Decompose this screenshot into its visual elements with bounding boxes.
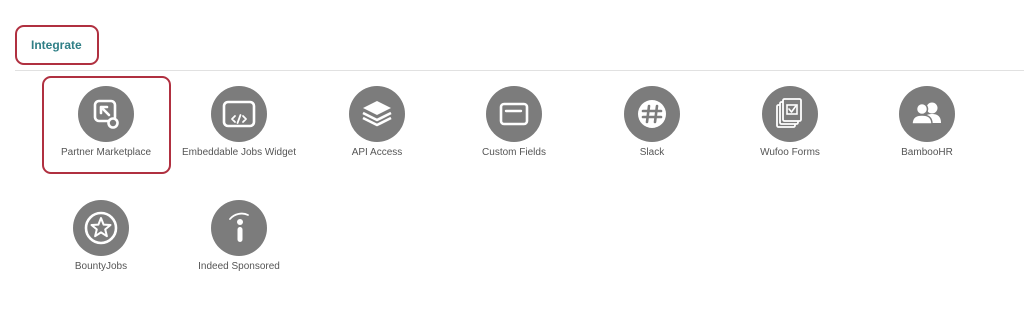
tile-highlight-box: [42, 76, 171, 174]
integration-label: BambooHR: [901, 147, 953, 158]
integration-label: Embeddable Jobs Widget: [182, 147, 296, 158]
star-badge-icon: [73, 200, 129, 256]
integration-label: Slack: [639, 147, 665, 158]
integration-embeddable-jobs-widget[interactable]: Embeddable Jobs Widget: [174, 70, 304, 170]
integration-wufoo-forms[interactable]: Wufoo Forms: [725, 70, 855, 170]
integration-bamboohr[interactable]: BambooHR: [862, 70, 992, 170]
integrations-page: Integrate Partner Marketplace Embeddable…: [0, 0, 1024, 332]
integration-indeed-sponsored[interactable]: Indeed Sponsored: [174, 184, 304, 284]
info-i-icon: [211, 200, 267, 256]
integration-api-access[interactable]: API Access: [312, 70, 442, 170]
integration-bountyjobs[interactable]: BountyJobs: [36, 184, 166, 284]
users-icon: [899, 86, 955, 142]
form-documents-icon: [762, 86, 818, 142]
slack-hash-icon: [624, 86, 680, 142]
integration-label: Custom Fields: [482, 147, 546, 158]
text-field-icon: [486, 86, 542, 142]
code-window-icon: [211, 86, 267, 142]
integration-custom-fields[interactable]: Custom Fields: [449, 70, 579, 170]
integration-label: BountyJobs: [74, 261, 128, 272]
integration-label: API Access: [351, 147, 403, 158]
integration-label: Indeed Sponsored: [198, 261, 280, 272]
layers-icon: [349, 86, 405, 142]
integration-slack[interactable]: Slack: [587, 70, 717, 170]
tab-integrate[interactable]: Integrate: [31, 38, 82, 52]
integration-label: Wufoo Forms: [760, 147, 820, 158]
